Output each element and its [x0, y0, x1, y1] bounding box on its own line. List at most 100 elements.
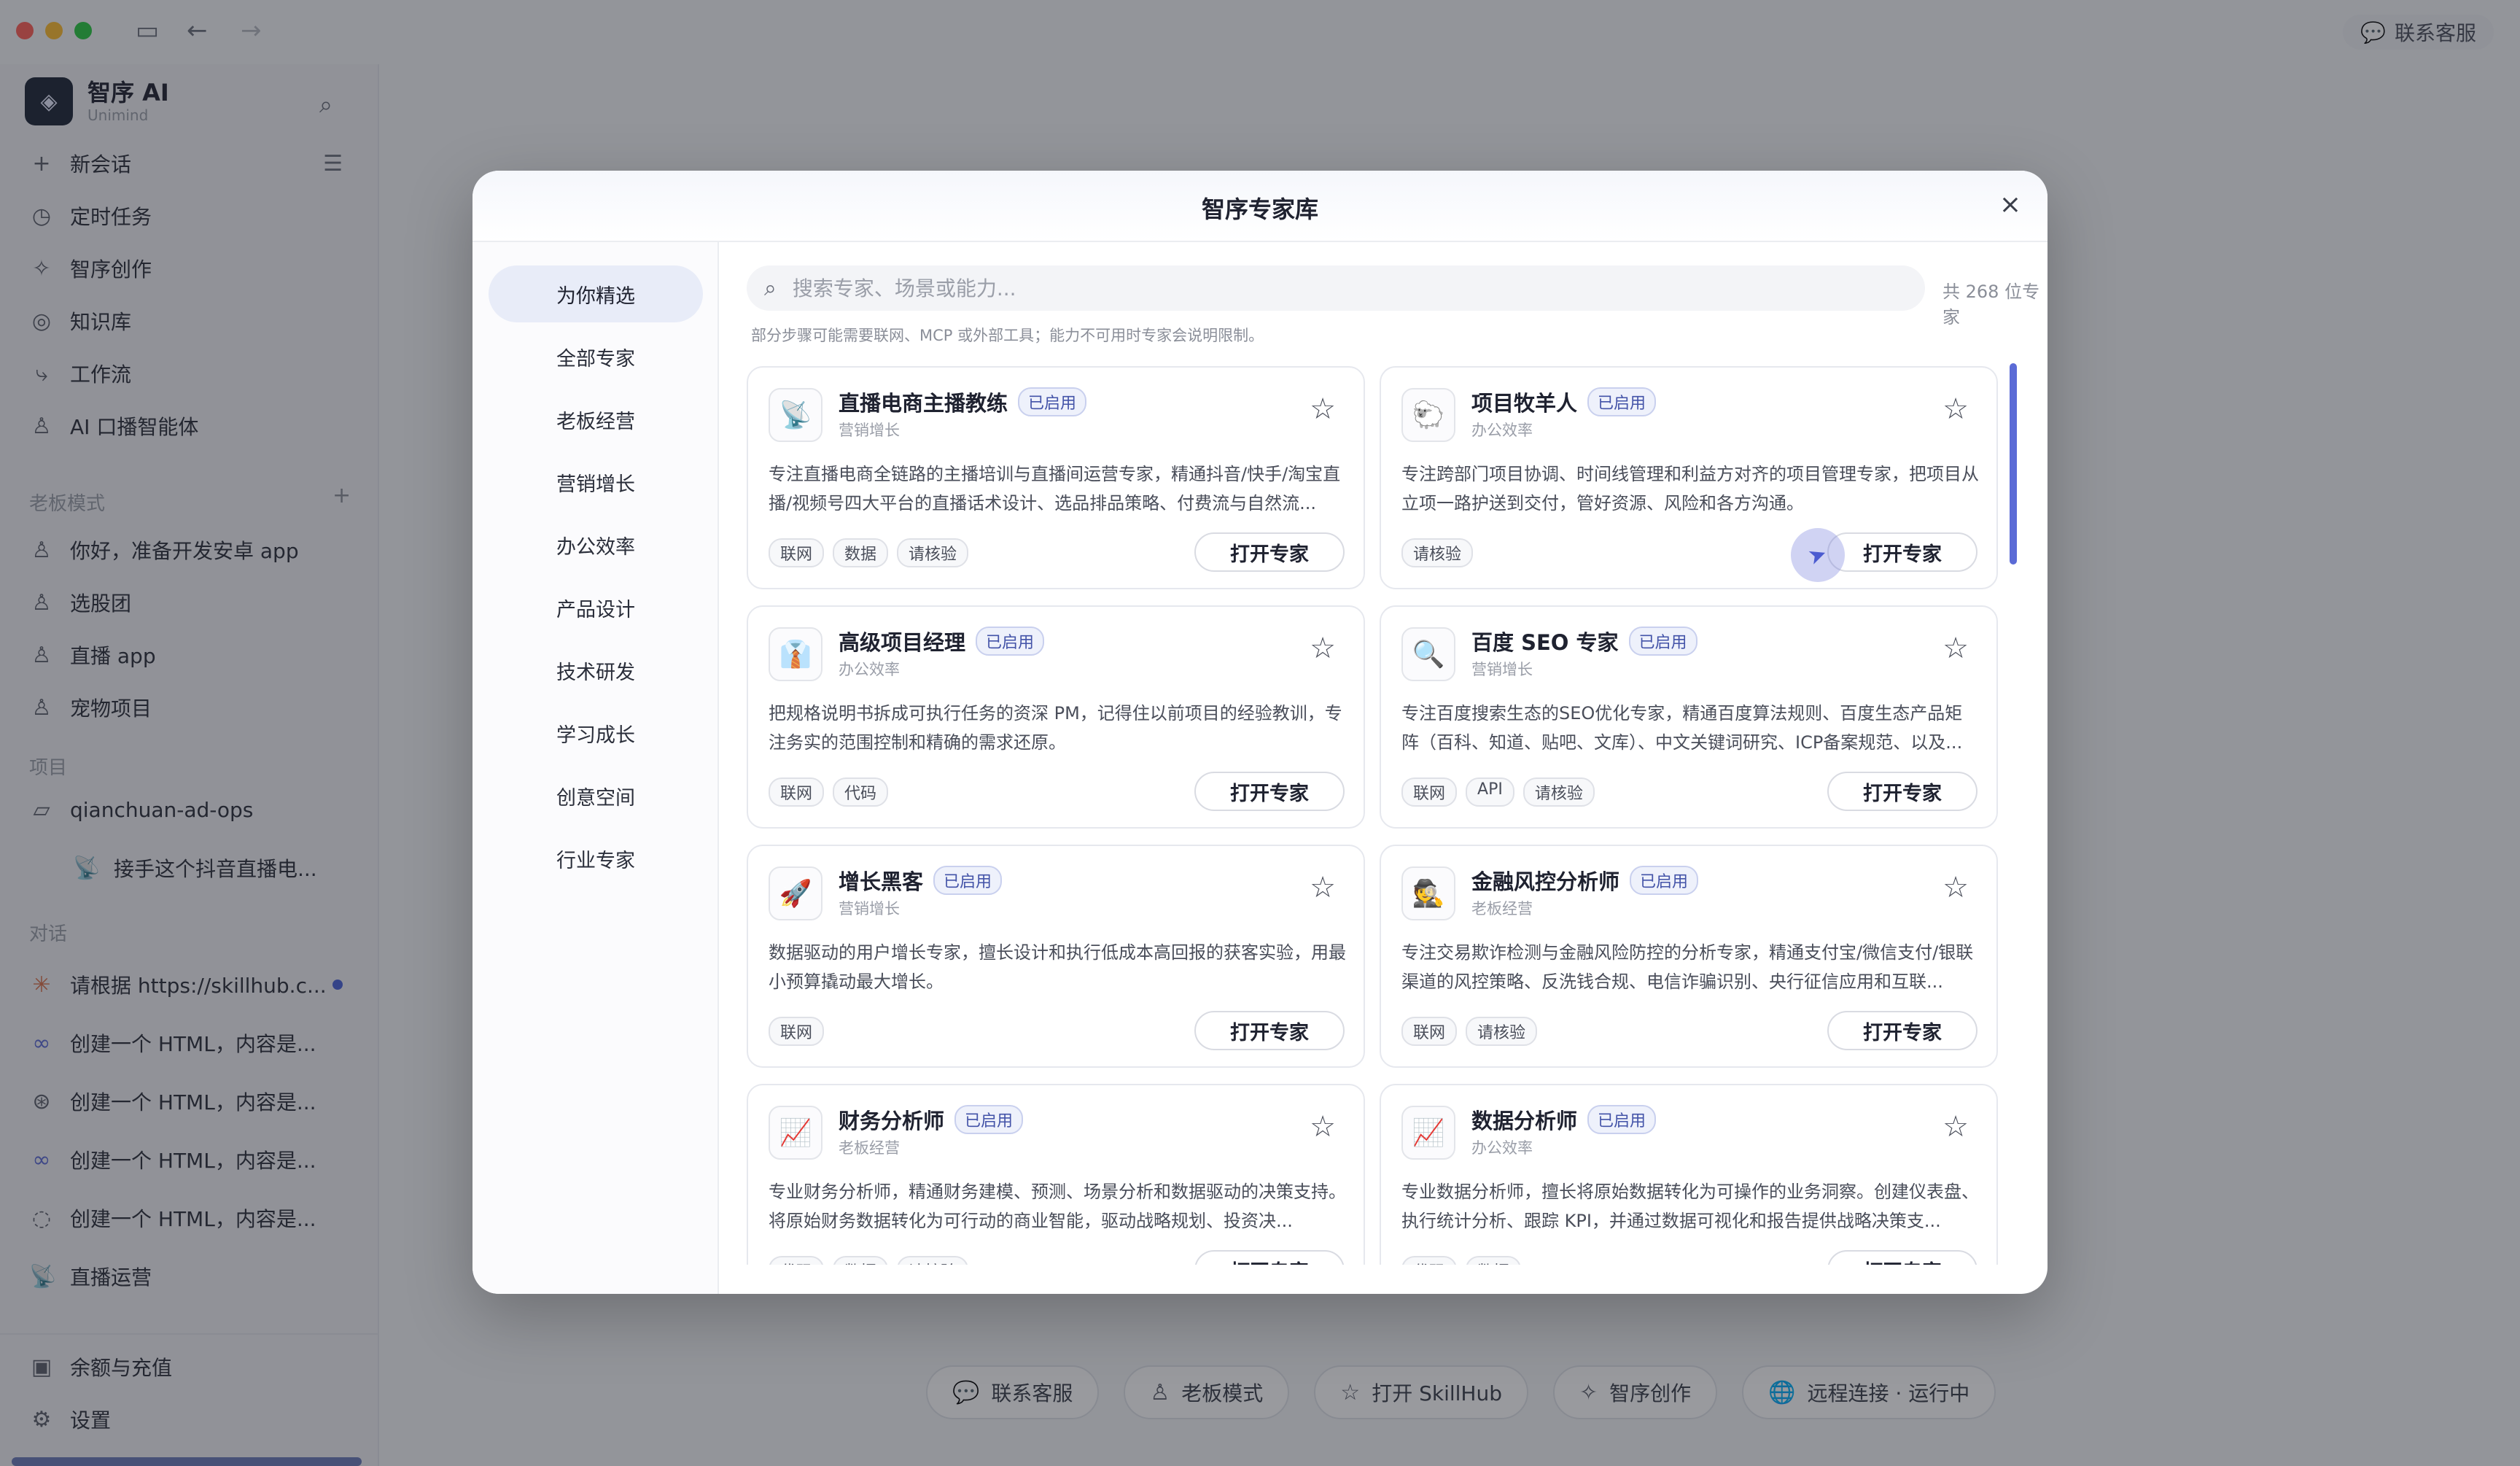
open-expert-button[interactable]: 打开专家 [1194, 1250, 1345, 1265]
category-office[interactable]: 办公效率 [489, 516, 703, 573]
total-count: 共 268 位专家 [1942, 282, 2040, 327]
search-bar: ⌕ [747, 265, 1925, 311]
category-marketing[interactable]: 营销增长 [489, 454, 703, 511]
expert-description: 专注跨部门项目协调、时间线管理和利益方对齐的项目管理专家，把项目从立项一路护送到… [1401, 464, 1979, 513]
category-all[interactable]: 全部专家 [489, 328, 703, 385]
favorite-star-icon[interactable]: ☆ [1942, 871, 1969, 904]
expert-avatar-icon: 📈 [769, 1106, 822, 1160]
category-creative[interactable]: 创意空间 [489, 767, 703, 824]
expert-title: 数据分析师 [1471, 1109, 1578, 1133]
category-business[interactable]: 老板经营 [489, 391, 703, 448]
open-expert-button[interactable]: 打开专家 [1194, 772, 1345, 811]
expert-avatar-icon: 🐑 [1401, 388, 1455, 442]
expert-title: 项目牧羊人 [1471, 391, 1578, 416]
close-icon[interactable]: × [1999, 190, 2021, 220]
open-expert-button[interactable]: 打开专家 [1194, 1011, 1345, 1050]
enabled-badge: 已启用 [1628, 627, 1698, 656]
favorite-star-icon[interactable]: ☆ [1942, 1110, 1969, 1144]
expert-avatar-icon: 🔍 [1401, 627, 1455, 681]
capability-tag: 联网 [1401, 777, 1458, 807]
capability-tag: 请核验 [897, 538, 969, 567]
favorite-star-icon[interactable]: ☆ [1310, 632, 1336, 665]
expert-category: 营销增长 [1471, 661, 1533, 678]
open-expert-button[interactable]: 打开专家 [1827, 1250, 1978, 1265]
tag-list: 联网 请核验 [1401, 1017, 1538, 1046]
favorite-star-icon[interactable]: ☆ [1310, 392, 1336, 426]
capability-tag: 联网 [1401, 1017, 1458, 1046]
expert-card[interactable]: 🚀 增长黑客 已启用 营销增长 ☆ 数据驱动的用户增长专家，擅长设计和执行低成本高回报的获… [747, 845, 1365, 1068]
card-title-row: 增长黑客 已启用 [839, 865, 1003, 896]
card-title-row: 数据分析师 已启用 [1471, 1104, 1657, 1135]
expert-card[interactable]: 🕵 金融风控分析师 已启用 老板经营 ☆ 专注交易欺诈检测与金融风险防控的分析专家，精通支… [1380, 845, 1998, 1068]
open-expert-button[interactable]: 打开专家 [1827, 1011, 1978, 1050]
expert-category: 营销增长 [839, 900, 900, 918]
expert-category: 办公效率 [1471, 422, 1533, 439]
expert-library-modal: 智序专家库 × 为你精选 全部专家 老板经营 营销增长 办公效率 产品设计 技术… [472, 171, 2048, 1294]
open-expert-button[interactable]: 打开专家 [1194, 532, 1345, 572]
tag-list: 联网 代码 [769, 777, 889, 807]
card-title-row: 项目牧羊人 已启用 [1471, 387, 1657, 417]
open-expert-button[interactable]: 打开专家 [1827, 772, 1978, 811]
search-input[interactable] [792, 276, 1886, 300]
card-title-row: 高级项目经理 已启用 [839, 626, 1045, 656]
expert-description: 专注百度搜索生态的SEO优化专家，精通百度算法规则、百度生态产品矩阵（百科、知道… [1401, 703, 1963, 753]
capability-tag: 数据 [833, 1256, 889, 1265]
tag-list: 联网 [769, 1017, 825, 1046]
enabled-badge: 已启用 [1587, 1105, 1657, 1134]
card-title-row: 金融风控分析师 已启用 [1471, 865, 1699, 896]
category-industry[interactable]: 行业专家 [489, 830, 703, 887]
open-expert-button[interactable]: 打开专家 [1827, 532, 1978, 572]
category-product[interactable]: 产品设计 [489, 579, 703, 636]
enabled-badge: 已启用 [976, 627, 1045, 656]
expert-card[interactable]: 🔍 百度 SEO 专家 已启用 营销增长 ☆ 专注百度搜索生态的SEO优化专家，精通百度算… [1380, 605, 1998, 829]
expert-description: 把规格说明书拆成可执行任务的资深 PM，记得住以前项目的经验教训，专注务实的范围… [769, 703, 1342, 753]
enabled-badge: 已启用 [954, 1105, 1024, 1134]
expert-description: 专注直播电商全链路的主播培训与直播间运营专家，精通抖音/快手/淘宝直播/视频号四… [769, 464, 1341, 513]
expert-card[interactable]: 🐑 项目牧羊人 已启用办公效率 ☆ 专注跨部门项目协调、时间线管理和利益方对齐的项目管理… [1380, 366, 1998, 589]
modal-header: 智序专家库 × [472, 171, 2048, 242]
capability-tag: 请核验 [897, 1256, 969, 1265]
capability-tag: 代码 [769, 1256, 825, 1265]
tag-list: 联网 数据 请核验 [769, 538, 969, 567]
favorite-star-icon[interactable]: ☆ [1942, 392, 1969, 426]
capability-tag: 请核验 [1401, 538, 1474, 567]
tag-list: 联网 API 请核验 [1401, 777, 1595, 807]
capability-tag: 联网 [769, 777, 825, 807]
capability-tag: 联网 [769, 1017, 825, 1046]
expert-title: 增长黑客 [839, 869, 924, 894]
expert-card[interactable]: 📈 财务分析师 已启用 老板经营 ☆ 专业财务分析师，精通财务建模、预测、场景分析和数据驱… [747, 1084, 1365, 1265]
enabled-badge: 已启用 [933, 866, 1003, 895]
capability-tag: API [1466, 777, 1514, 807]
favorite-star-icon[interactable]: ☆ [1310, 871, 1336, 904]
capability-tag: 数据 [1466, 1256, 1522, 1265]
expert-title: 直播电商主播教练 [839, 391, 1008, 416]
expert-card[interactable]: 👔 高级项目经理 已启用 办公效率 ☆ 把规格说明书拆成可执行任务的资深 PM，记得住以前… [747, 605, 1365, 829]
expert-title: 金融风控分析师 [1471, 869, 1620, 894]
expert-description: 专业数据分析师，擅长将原始数据转化为可操作的业务洞察。创建仪表盘、执行统计分析、… [1401, 1182, 1979, 1231]
expert-card-list: 📡 直播电商主播教练 已启用 营销增长 ☆ 专注直播电商全链路的主播培训与直播间运营专家，… [747, 366, 2015, 1265]
category-recommended[interactable]: 为你精选 [489, 265, 703, 322]
capability-note: 部分步骤可能需要联网、MCP 或外部工具；能力不可用时专家会说明限制。 [751, 327, 1264, 344]
category-tech[interactable]: 技术研发 [489, 642, 703, 699]
expert-avatar-icon: 📡 [769, 388, 822, 442]
enabled-badge: 已启用 [1018, 387, 1087, 416]
enabled-badge: 已启用 [1630, 866, 1699, 895]
expert-card[interactable]: 📈 数据分析师 已启用 办公效率 ☆ 专业数据分析师，擅长将原始数据转化为可操作的业务洞察… [1380, 1084, 1998, 1265]
card-title-row: 直播电商主播教练 已启用 [839, 387, 1087, 417]
expert-description: 专注交易欺诈检测与金融风险防控的分析专家，精通支付宝/微信支付/银联渠道的风控策… [1401, 942, 1974, 992]
card-list-scrollbar[interactable] [2010, 363, 2017, 565]
capability-tag: 代码 [1401, 1256, 1458, 1265]
category-nav: 为你精选 全部专家 老板经营 营销增长 办公效率 产品设计 技术研发 学习成长 … [472, 242, 719, 1294]
expert-card[interactable]: 📡 直播电商主播教练 已启用 营销增长 ☆ 专注直播电商全链路的主播培训与直播间运营专家，… [747, 366, 1365, 589]
capability-tag: 数据 [833, 538, 889, 567]
favorite-star-icon[interactable]: ☆ [1942, 632, 1969, 665]
favorite-star-icon[interactable]: ☆ [1310, 1110, 1336, 1144]
category-learning[interactable]: 学习成长 [489, 705, 703, 761]
expert-avatar-icon: 👔 [769, 627, 822, 681]
expert-description: 专业财务分析师，精通财务建模、预测、场景分析和数据驱动的决策支持。将原始财务数据… [769, 1182, 1346, 1231]
expert-title: 高级项目经理 [839, 630, 966, 655]
expert-description: 数据驱动的用户增长专家，擅长设计和执行低成本高回报的获客实验，用最小预算撬动最大… [769, 942, 1346, 992]
tag-list: 请核验 [1401, 538, 1474, 567]
expert-avatar-icon: 📈 [1401, 1106, 1455, 1160]
expert-title: 财务分析师 [839, 1109, 945, 1133]
